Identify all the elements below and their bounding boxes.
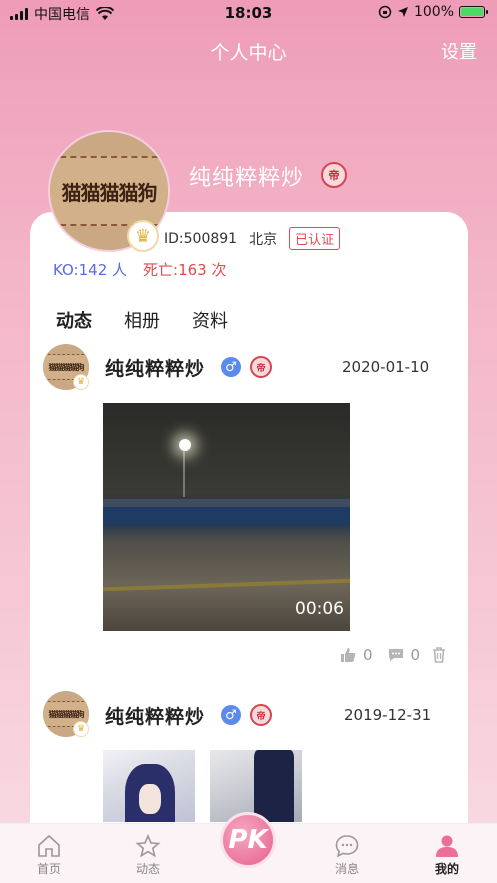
- profile-name: 纯纯粹粹炒: [189, 166, 305, 191]
- emperor-badge-icon: 帝: [250, 356, 272, 378]
- message-icon: [335, 835, 359, 858]
- post-actions: 0 0: [339, 646, 448, 664]
- settings-button[interactable]: 设置: [441, 38, 477, 64]
- tab-home[interactable]: 首页: [19, 834, 79, 877]
- trash-icon[interactable]: [430, 646, 448, 664]
- profile-info-row: ID:500891 北京 已认证: [164, 227, 341, 250]
- tab-album[interactable]: 相册: [124, 307, 160, 333]
- status-bar: 中国电信 18:03 100%: [0, 0, 497, 26]
- nav-bar: 个人中心 设置: [0, 38, 497, 68]
- tab-home-label: 首页: [36, 862, 61, 876]
- post-date: 2020-01-10: [342, 358, 430, 376]
- page-title: 个人中心: [210, 42, 287, 64]
- rotation-lock-icon: [378, 5, 392, 19]
- video-duration: 00:06: [295, 599, 344, 619]
- tab-feed-nav[interactable]: 动态: [118, 834, 178, 877]
- crown-icon: ♛: [73, 721, 89, 737]
- location-arrow-icon: [397, 7, 408, 17]
- like-count: 0: [363, 646, 373, 664]
- video-thumbnail[interactable]: 00:06: [103, 403, 350, 631]
- male-gender-icon: ♂: [221, 357, 241, 377]
- home-icon: [38, 834, 60, 857]
- post-date: 2019-12-31: [344, 706, 432, 724]
- comment-count: 0: [410, 646, 421, 664]
- profile-tabs: 动态 相册 资料: [56, 307, 228, 333]
- avatar-text: 猫猫猫猫狗: [50, 156, 168, 226]
- tab-info[interactable]: 资料: [192, 307, 228, 333]
- tab-mine-label: 我的: [434, 862, 459, 876]
- stats-row: KO:142 人 死亡:163 次: [53, 259, 226, 280]
- ko-count: KO:142 人: [53, 261, 128, 279]
- comment-icon[interactable]: [387, 646, 405, 664]
- pk-button[interactable]: PK: [220, 812, 276, 868]
- emperor-badge-icon: 帝: [321, 162, 347, 188]
- user-icon: [436, 835, 458, 857]
- tab-feed[interactable]: 动态: [56, 307, 92, 333]
- male-gender-icon: ♂: [221, 705, 241, 725]
- tab-messages-label: 消息: [334, 862, 359, 876]
- tab-feed-label: 动态: [135, 862, 160, 876]
- post-image[interactable]: [103, 750, 195, 822]
- star-icon: [135, 834, 161, 858]
- tab-mine[interactable]: 我的: [417, 834, 477, 877]
- like-icon[interactable]: [339, 646, 357, 664]
- emperor-badge-icon: 帝: [250, 704, 272, 726]
- post-image[interactable]: [210, 750, 302, 822]
- crown-icon: ♛: [73, 374, 89, 390]
- user-location: 北京: [249, 231, 278, 248]
- death-count: 死亡:163 次: [143, 261, 227, 279]
- post-author-name: 纯纯粹粹炒: [105, 358, 206, 380]
- battery-icon: [459, 6, 488, 18]
- crown-icon: ♛: [127, 220, 159, 252]
- battery-percent: 100%: [413, 4, 454, 20]
- post-author-name: 纯纯粹粹炒: [105, 706, 206, 728]
- user-id: ID:500891: [164, 230, 238, 247]
- verified-badge: 已认证: [289, 227, 341, 250]
- tab-messages[interactable]: 消息: [317, 834, 377, 877]
